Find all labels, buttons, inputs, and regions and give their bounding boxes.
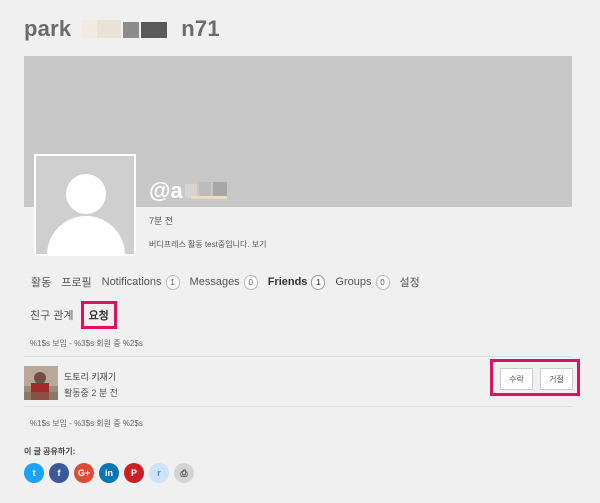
subnav-friendships[interactable]: 친구 관계 [30,307,74,323]
pagination-count-top: %1$s 보임 - %3$s 회원 중 %2$s [30,339,143,348]
nav-label: 설정 [399,277,420,289]
page-title-end: n71 [181,16,220,41]
friends-subnav: 친구 관계 요청 [30,301,122,329]
nav-item-friends[interactable]: Friends 1 [267,274,326,290]
nav-item-notifications[interactable]: Notifications 1 [101,274,180,290]
google-plus-icon[interactable]: G+ [74,463,94,483]
request-member-name[interactable]: 도토리 키재기 [64,370,116,383]
print-icon[interactable]: ⎙ [174,463,194,483]
nav-label: Messages [189,276,240,288]
profile-handle: @a [149,178,235,204]
nav-item-groups[interactable]: Groups 0 [335,274,390,290]
profile-nav: 활동 프로필 Notifications 1 Messages 0 Friends 1… [31,274,430,290]
latest-activity-text: 버디프레스 활동 test중입니다. [149,240,250,249]
share-buttons: t f G+ in Pr ⎙ [24,463,199,483]
notifications-count-badge: 1 [165,274,180,290]
avatar-head [66,174,106,214]
subnav-requests[interactable]: 요청 [80,301,117,329]
profile-avatar[interactable] [34,154,136,256]
groups-count-badge: 0 [375,274,390,290]
accept-button[interactable]: 수락 [500,368,533,390]
latest-activity: 버디프레스 활동 test중입니다. 보기 [149,239,267,250]
reddit-icon[interactable]: r [149,463,169,483]
redacted-name-block [71,18,181,40]
pagination-count-bottom: %1$s 보임 - %3$s 회원 중 %2$s [30,419,143,428]
nav-label: 활동 [31,277,52,289]
nav-label: 프로필 [61,277,92,289]
nav-item-profile[interactable]: 프로필 [61,274,91,290]
request-avatar[interactable] [24,366,58,400]
nav-item-messages[interactable]: Messages 0 [189,274,258,290]
avatar-body [47,216,125,254]
nav-label: Friends [267,276,308,288]
activity-view-link[interactable]: 보기 [252,240,267,249]
last-active-text: 7분 전 [149,216,174,226]
linkedin-icon[interactable]: in [99,463,119,483]
divider [24,356,572,357]
messages-count-badge: 0 [243,274,258,290]
handle-text: @a [149,178,183,203]
nav-label: Notifications [101,276,162,288]
divider [24,406,572,407]
reject-button[interactable]: 거절 [540,368,573,390]
share-heading: 이 글 공유하기: [24,447,76,456]
twitter-icon[interactable]: t [24,463,44,483]
page-title-start: park [24,16,72,41]
nav-label: Groups [335,276,372,288]
friends-count-badge: 1 [311,274,326,290]
redacted-handle-block [183,182,235,200]
page-title: park n71 [24,16,220,42]
facebook-icon[interactable]: f [49,463,69,483]
request-member-meta: 활동중 2 분 전 [64,388,118,398]
nav-item-settings[interactable]: 설정 [400,274,420,290]
pinterest-icon[interactable]: P [124,463,144,483]
nav-item-activity[interactable]: 활동 [31,274,51,290]
